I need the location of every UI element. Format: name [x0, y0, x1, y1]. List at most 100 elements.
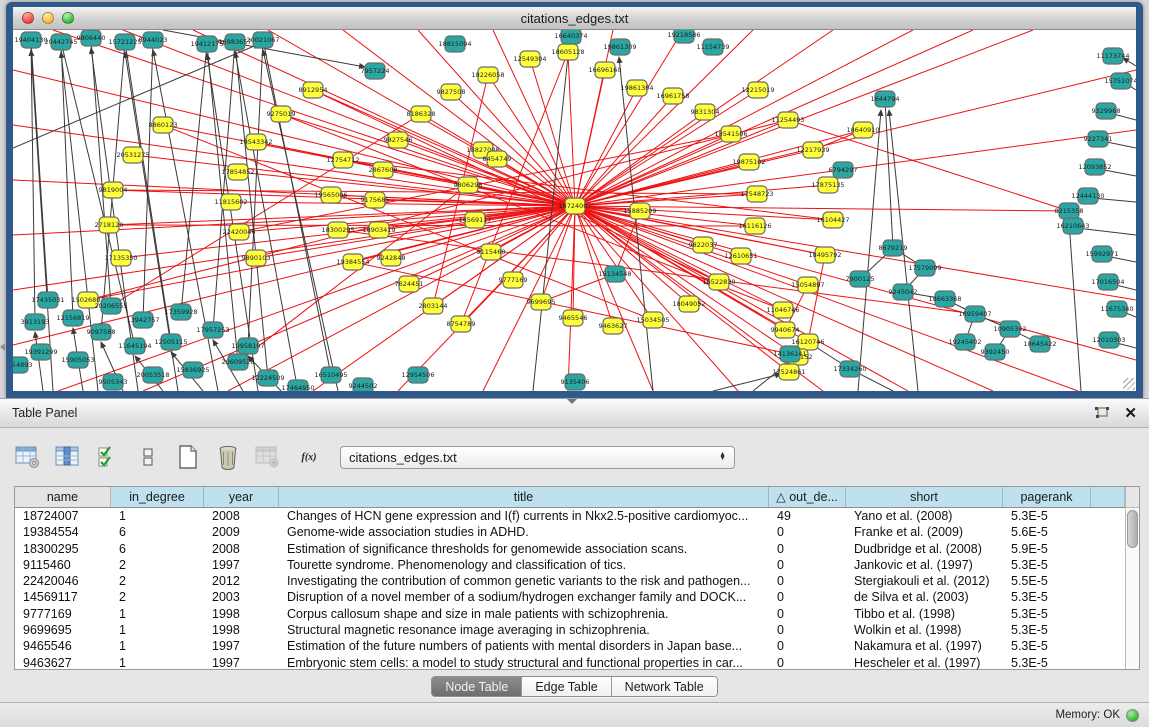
- network-node[interactable]: 17875135: [811, 177, 844, 193]
- network-node[interactable]: 8754789: [447, 316, 476, 332]
- table-cell[interactable]: 9465546: [15, 638, 111, 654]
- network-node[interactable]: 19218586: [667, 30, 700, 43]
- table-cell[interactable]: Corpus callosum shape and size in male p…: [279, 606, 769, 622]
- table-cell[interactable]: 5.3E-5: [1003, 508, 1091, 524]
- network-node[interactable]: 9890103: [242, 250, 271, 266]
- table-cell[interactable]: 5.3E-5: [1003, 622, 1091, 638]
- table-settings-icon[interactable]: [14, 444, 42, 470]
- network-node[interactable]: 17957253: [196, 322, 229, 338]
- network-node[interactable]: 19391299: [24, 344, 57, 360]
- network-node[interactable]: 15992971: [1085, 246, 1118, 262]
- table-cell[interactable]: Genome-wide association studies in ADHD.: [279, 524, 769, 540]
- panel-collapse-arrow-icon[interactable]: [0, 343, 5, 351]
- network-node[interactable]: 13942757: [126, 312, 159, 328]
- network-node[interactable]: 16696160: [588, 62, 621, 78]
- table-cell[interactable]: 18724007: [15, 508, 111, 524]
- network-node[interactable]: 9463627: [599, 318, 628, 334]
- network-node[interactable]: 20609528: [221, 354, 254, 370]
- column-header-title[interactable]: title: [279, 487, 769, 507]
- network-node[interactable]: 12215019: [741, 82, 774, 98]
- network-node[interactable]: 12954506: [401, 367, 434, 383]
- network-node[interactable]: 9245042: [889, 284, 918, 300]
- network-node[interactable]: 17524861: [772, 364, 805, 380]
- network-node[interactable]: 9097588: [87, 324, 116, 340]
- network-node[interactable]: 2803144: [419, 298, 448, 314]
- network-node[interactable]: 16640374: [554, 30, 587, 44]
- table-cell[interactable]: 5.9E-5: [1003, 541, 1091, 557]
- network-node[interactable]: 12754712: [326, 152, 359, 168]
- table-cell[interactable]: de Silva et al. (2003): [846, 589, 1003, 605]
- network-node[interactable]: 9777169: [499, 272, 528, 288]
- table-cell[interactable]: 2008: [204, 541, 279, 557]
- network-node[interactable]: 8679219: [879, 240, 908, 256]
- network-node[interactable]: 7624451: [395, 276, 424, 292]
- close-window-icon[interactable]: [22, 12, 34, 24]
- network-node[interactable]: 18300295: [321, 222, 354, 238]
- table-cell[interactable]: 5.3E-5: [1003, 638, 1091, 654]
- network-node[interactable]: 16510495: [314, 367, 347, 383]
- network-node[interactable]: 18049052: [672, 296, 705, 312]
- vertical-scrollbar[interactable]: [1125, 487, 1139, 669]
- table-cell[interactable]: Jankovic et al. (1997): [846, 557, 1003, 573]
- network-node[interactable]: 17854852: [221, 164, 254, 180]
- table-cell[interactable]: 2: [111, 557, 204, 573]
- table-row[interactable]: 1872400712008Changes of HCN gene express…: [15, 508, 1125, 524]
- network-node[interactable]: 11173744: [1096, 48, 1129, 64]
- table-cell[interactable]: 1: [111, 508, 204, 524]
- tab-node-table[interactable]: Node Table: [432, 677, 522, 696]
- network-node[interactable]: 9806298: [454, 177, 483, 193]
- table-cell[interactable]: [1091, 655, 1125, 671]
- table-cell[interactable]: 1: [111, 606, 204, 622]
- network-node[interactable]: 11645194: [118, 338, 151, 354]
- table-cell[interactable]: 0: [769, 524, 846, 540]
- network-node[interactable]: 8912954: [299, 82, 328, 98]
- table-cell[interactable]: 5.3E-5: [1003, 606, 1091, 622]
- table-cell[interactable]: Estimation of significance thresholds fo…: [279, 541, 769, 557]
- network-node[interactable]: 19404130: [14, 32, 47, 48]
- table-cell[interactable]: [1091, 638, 1125, 654]
- table-cell[interactable]: 5.6E-5: [1003, 524, 1091, 540]
- network-node[interactable]: 12217939: [796, 142, 829, 158]
- network-node[interactable]: 19384554: [336, 254, 369, 270]
- table-cell[interactable]: 2009: [204, 524, 279, 540]
- table-cell[interactable]: 5.3E-5: [1003, 557, 1091, 573]
- network-node[interactable]: 9115460: [477, 244, 506, 260]
- table-cell[interactable]: 0: [769, 557, 846, 573]
- tab-network-table[interactable]: Network Table: [612, 677, 717, 696]
- network-node[interactable]: 15721225: [108, 34, 141, 50]
- resize-grip[interactable]: [1123, 378, 1135, 390]
- table-cell[interactable]: 1998: [204, 622, 279, 638]
- table-cell[interactable]: Disruption of a novel member of a sodium…: [279, 589, 769, 605]
- network-node[interactable]: 8215358: [1055, 203, 1084, 219]
- table-row[interactable]: 2242004622012Investigating the contribut…: [15, 573, 1125, 589]
- table-cell[interactable]: Structural magnetic resonance image aver…: [279, 622, 769, 638]
- close-panel-icon[interactable]: ✕: [1124, 406, 1137, 421]
- table-cell[interactable]: 0: [769, 655, 846, 671]
- table-cell[interactable]: 2: [111, 589, 204, 605]
- network-node[interactable]: 9940674: [771, 322, 800, 338]
- new-document-icon[interactable]: [174, 444, 202, 470]
- delete-icon[interactable]: [214, 444, 242, 470]
- network-node[interactable]: 9465546: [559, 310, 588, 326]
- table-row[interactable]: 911546021997Tourette syndrome. Phenomeno…: [15, 557, 1125, 573]
- table-cell[interactable]: Dudbridge et al. (2008): [846, 541, 1003, 557]
- network-node[interactable]: 22420046: [222, 224, 255, 240]
- network-node[interactable]: 9242848: [377, 250, 406, 266]
- network-node[interactable]: 12610651: [724, 248, 757, 264]
- table-cell[interactable]: 5.3E-5: [1003, 589, 1091, 605]
- network-node[interactable]: 12010303: [1092, 332, 1125, 348]
- network-node[interactable]: 19565006: [314, 187, 347, 203]
- network-node[interactable]: 9827546: [384, 132, 413, 148]
- table-cell[interactable]: Nakamura et al. (1997): [846, 638, 1003, 654]
- column-header-year[interactable]: year: [204, 487, 279, 507]
- table-selector-dropdown[interactable]: citations_edges.txt ▲▼: [340, 446, 735, 469]
- network-node[interactable]: 17548723: [740, 186, 773, 202]
- table-cell[interactable]: Wolkin et al. (1998): [846, 622, 1003, 638]
- table-cell[interactable]: [1091, 622, 1125, 638]
- network-node[interactable]: 16116126: [738, 218, 771, 234]
- network-node[interactable]: 8944023: [139, 32, 168, 48]
- table-cell[interactable]: [1091, 589, 1125, 605]
- network-canvas[interactable]: 1872400712549304182260589827508818632898…: [13, 30, 1136, 391]
- table-row[interactable]: 946554611997Estimation of the future num…: [15, 638, 1125, 654]
- table-cell[interactable]: 0: [769, 638, 846, 654]
